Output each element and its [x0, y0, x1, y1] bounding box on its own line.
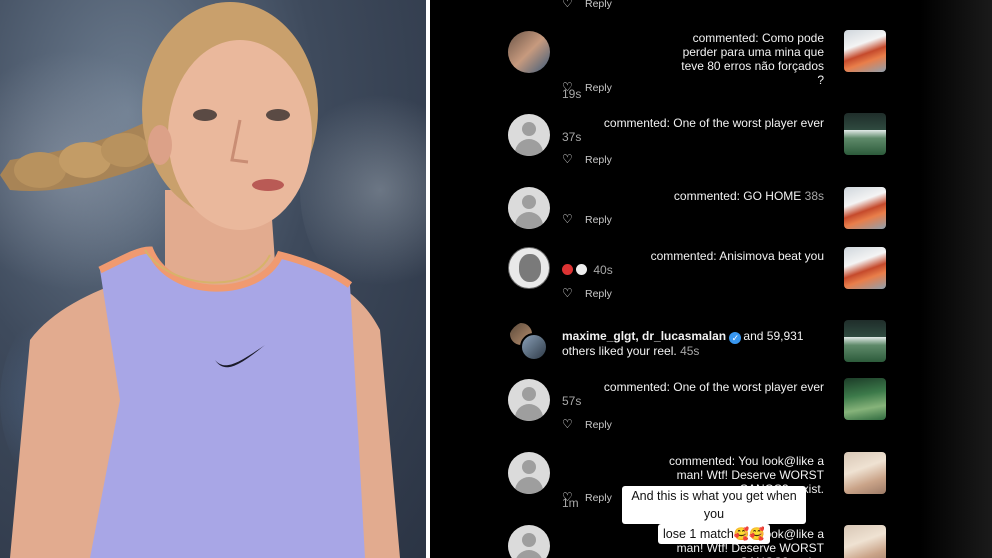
liker-usernames: maxime_glgt, dr_lucasmalan — [562, 329, 727, 343]
like-text: maxime_glgt, dr_lucasmalan ✓ and 59,931 o… — [562, 329, 824, 358]
comment-text: commented: One of the worst player ever … — [562, 380, 824, 408]
comment-body: commented: One of the worst player ever — [603, 116, 824, 130]
comment-body: commented: One of the worst player ever — [603, 380, 824, 394]
story-caption: And this is what you get when you lose 1… — [622, 486, 806, 544]
emoji-icon — [576, 264, 587, 275]
reel-thumbnail[interactable] — [844, 452, 886, 494]
heart-outline-icon[interactable]: ♡ — [562, 490, 576, 504]
comment-body: commented: Anisimova beat you — [650, 249, 824, 263]
reply-button[interactable]: ♡ Reply — [562, 80, 612, 94]
heart-outline-icon[interactable]: ♡ — [562, 80, 576, 94]
comment-text: commented: One of the worst player ever … — [562, 116, 824, 144]
reply-button[interactable]: ♡ Reply — [562, 417, 612, 431]
reel-thumbnail[interactable] — [844, 378, 886, 420]
default-avatar-icon[interactable] — [508, 525, 550, 558]
default-avatar-icon[interactable] — [508, 452, 550, 494]
default-avatar-icon[interactable] — [508, 379, 550, 421]
heart-outline-icon[interactable]: ♡ — [562, 212, 576, 226]
caption-line-1: And this is what you get when you — [622, 486, 806, 524]
reply-button[interactable]: ♡ Reply — [562, 212, 612, 226]
reel-thumbnail[interactable] — [844, 113, 886, 155]
caption-line-2: lose 1 match🥰🥰 — [658, 524, 770, 544]
timestamp: 38s — [804, 189, 824, 203]
player-photo — [0, 0, 426, 558]
timestamp: 40s — [593, 263, 613, 277]
default-avatar-icon[interactable] — [508, 187, 550, 229]
avatar[interactable] — [508, 31, 550, 73]
reel-thumbnail[interactable] — [844, 30, 886, 72]
notifications-screenshot: ♡ Reply commented: Como pode perder para … — [430, 0, 992, 558]
reply-button[interactable]: ♡ Reply — [562, 152, 612, 166]
verified-badge-icon: ✓ — [729, 332, 742, 344]
heart-outline-icon[interactable]: ♡ — [562, 0, 576, 10]
default-avatar-icon[interactable] — [508, 114, 550, 156]
reel-thumbnail[interactable] — [844, 247, 886, 289]
timestamp: 45s — [680, 344, 700, 358]
heart-outline-icon[interactable]: ♡ — [562, 152, 576, 166]
comment-body: commented: GO HOME — [673, 189, 802, 203]
comment-text: commented: GO HOME 38s — [562, 189, 824, 203]
reel-thumbnail[interactable] — [844, 187, 886, 229]
emoji-icon — [562, 264, 573, 275]
reply-button[interactable]: ♡ Reply — [562, 490, 612, 504]
heart-outline-icon[interactable]: ♡ — [562, 417, 576, 431]
avatar-stack[interactable] — [508, 321, 550, 363]
timestamp: 57s — [562, 394, 582, 408]
avatar[interactable] — [508, 247, 550, 289]
reel-thumbnail[interactable] — [844, 320, 886, 362]
timestamp: 37s — [562, 130, 582, 144]
reel-thumbnail[interactable] — [844, 525, 886, 558]
comment-body: commented: Como pode perder para uma min… — [681, 31, 824, 87]
comment-text: commented: Anisimova beat you 40s — [562, 249, 824, 277]
reply-button[interactable]: ♡ Reply — [562, 286, 612, 300]
heart-outline-icon[interactable]: ♡ — [562, 286, 576, 300]
reply-button[interactable]: ♡ Reply — [562, 0, 612, 10]
